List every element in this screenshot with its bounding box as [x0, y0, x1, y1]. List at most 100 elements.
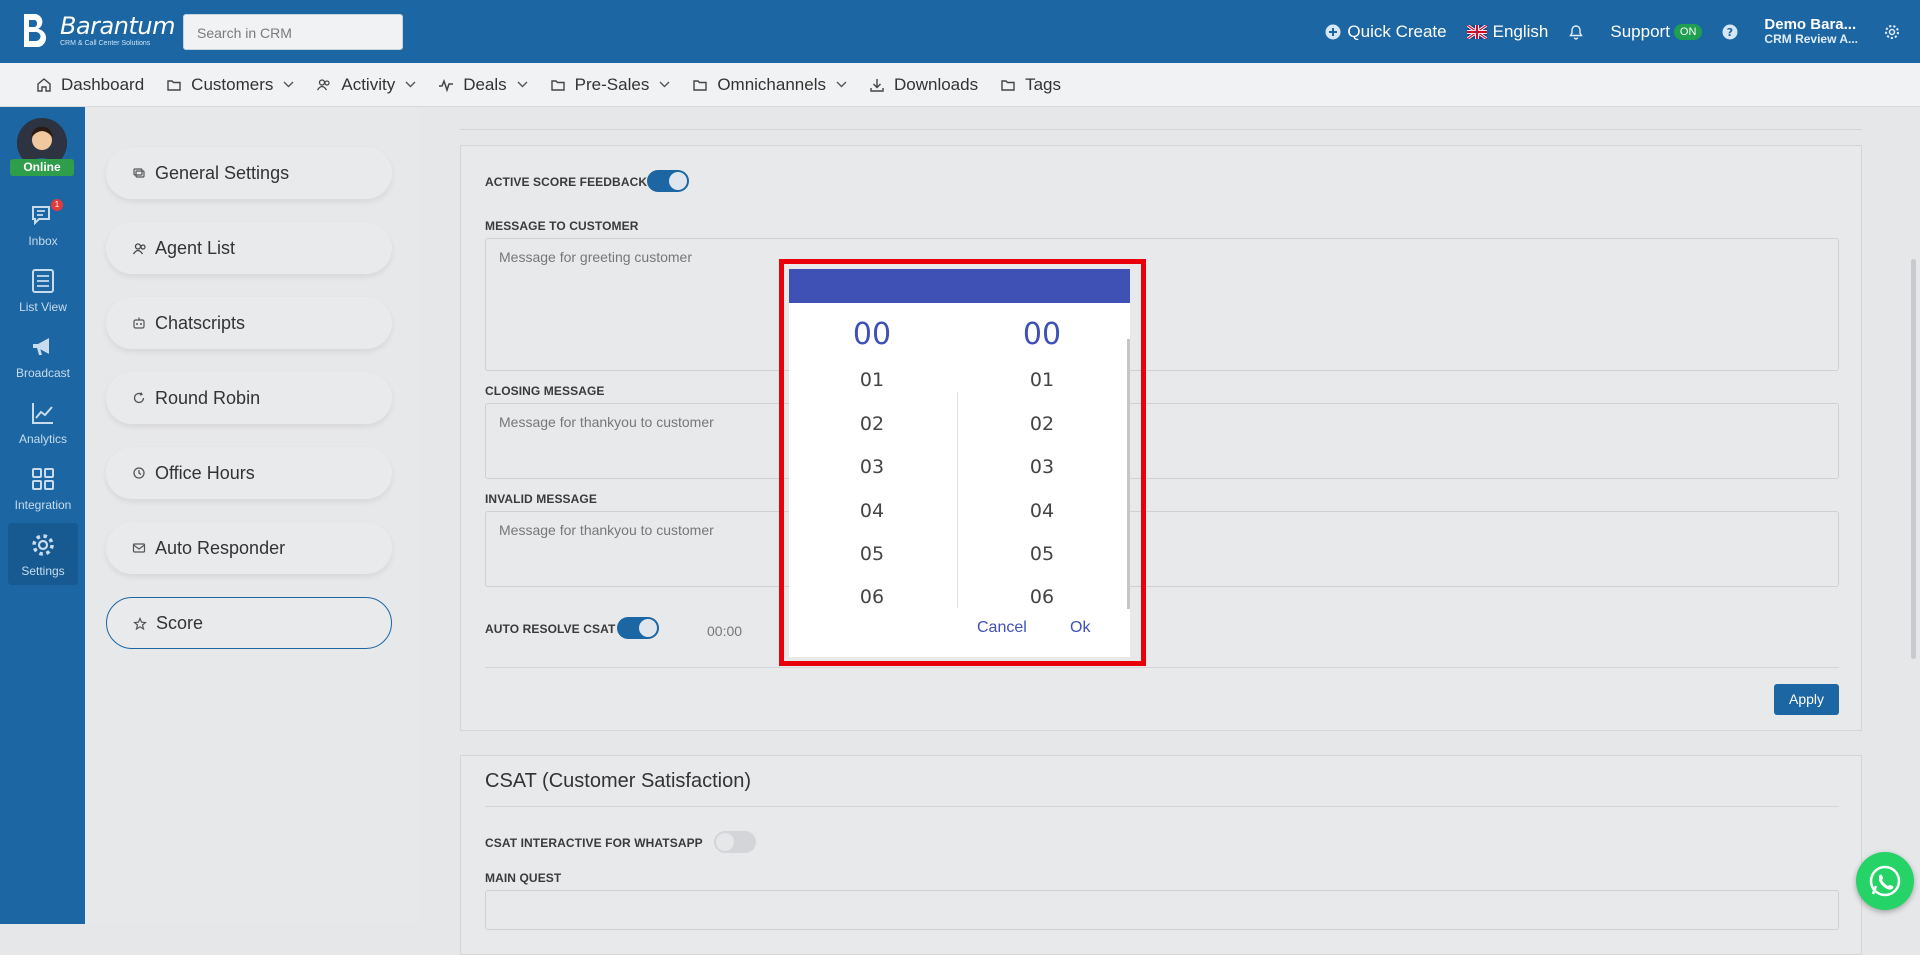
- users-icon: [316, 77, 332, 93]
- settings-item-label: Office Hours: [155, 462, 255, 483]
- list-icon: [32, 269, 54, 293]
- support-toggle[interactable]: Support ON: [1610, 21, 1703, 42]
- nav-item-settings[interactable]: Settings: [8, 523, 78, 585]
- minutes-option[interactable]: 04: [967, 500, 1117, 522]
- chevron-down-icon: [283, 81, 294, 88]
- nav-item-label: Broadcast: [15, 366, 71, 380]
- hours-option[interactable]: 02: [797, 413, 947, 435]
- online-status-badge[interactable]: Online: [10, 159, 74, 176]
- settings-item-score[interactable]: Score: [106, 597, 392, 649]
- bell-icon: [1569, 24, 1584, 40]
- settings-item-round-robin[interactable]: Round Robin: [106, 372, 392, 424]
- settings-item-chatscripts[interactable]: Chatscripts: [106, 297, 392, 349]
- folder-icon: [1000, 77, 1016, 93]
- user-org: CRM Review A...: [1764, 32, 1858, 47]
- nav-item-analytics[interactable]: Analytics: [8, 391, 78, 453]
- minutes-option[interactable]: 05: [967, 543, 1117, 565]
- app-tagline: CRM & Call Center Solutions: [60, 39, 151, 47]
- hours-option[interactable]: 05: [797, 543, 947, 565]
- apply-button[interactable]: Apply: [1774, 684, 1839, 715]
- message-to-customer-field[interactable]: Message for greeting customer: [485, 238, 1839, 371]
- settings-item-agent-list[interactable]: Agent List: [106, 222, 392, 274]
- nav-item-integration[interactable]: Integration: [8, 457, 78, 519]
- hours-option[interactable]: 04: [797, 500, 947, 522]
- csat-interactive-toggle[interactable]: [714, 831, 756, 853]
- menu-item-customers[interactable]: Customers: [166, 75, 294, 95]
- top-settings-button[interactable]: [1884, 24, 1906, 40]
- main-content: ACTIVE SCORE FEEDBACK MESSAGE TO CUSTOME…: [418, 107, 1920, 955]
- form-divider: [485, 667, 1839, 668]
- menu-item-omnichannels[interactable]: Omnichannels: [692, 75, 847, 95]
- settings-item-label: Auto Responder: [155, 537, 286, 558]
- help-icon: ?: [1722, 24, 1738, 39]
- settings-item-label: General Settings: [155, 162, 290, 183]
- whatsapp-icon: [1869, 865, 1901, 897]
- auto-resolve-csat-toggle[interactable]: [617, 617, 659, 639]
- settings-item-label: Score: [156, 612, 204, 633]
- chevron-down-icon: [836, 81, 847, 88]
- settings-item-office-hours[interactable]: Office Hours: [106, 447, 392, 499]
- invalid-message-field[interactable]: Message for thankyou to customer: [485, 511, 1839, 587]
- menu-item-label: Activity: [341, 74, 396, 94]
- menu-item-dashboard[interactable]: Dashboard: [36, 75, 144, 95]
- menu-item-tags[interactable]: Tags: [1000, 75, 1061, 95]
- menu-item-pre-sales[interactable]: Pre-Sales: [550, 75, 671, 95]
- app-logo[interactable]: Barantum CRM & Call Center Solutions: [20, 12, 175, 48]
- nav-item-broadcast[interactable]: Broadcast: [8, 325, 78, 387]
- star-icon: [133, 617, 147, 631]
- settings-icon: [133, 168, 145, 178]
- whatsapp-button[interactable]: [1856, 852, 1914, 910]
- quick-create-button[interactable]: Quick Create: [1325, 21, 1447, 42]
- page-scrollbar[interactable]: [1911, 259, 1916, 659]
- picker-scrollbar[interactable]: [1127, 339, 1130, 609]
- minutes-option[interactable]: 02: [967, 413, 1117, 435]
- closing-message-label: CLOSING MESSAGE: [485, 384, 605, 398]
- closing-message-field[interactable]: Message for thankyou to customer: [485, 403, 1839, 479]
- help-button[interactable]: ?: [1722, 24, 1744, 40]
- minutes-option[interactable]: 03: [967, 456, 1117, 478]
- mail-icon: [132, 543, 146, 553]
- nav-item-label: List View: [19, 300, 67, 314]
- refresh-icon: [133, 392, 145, 404]
- main-quest-field[interactable]: [485, 890, 1839, 930]
- minutes-selected[interactable]: 00: [967, 317, 1117, 352]
- settings-item-label: Chatscripts: [155, 312, 246, 333]
- auto-resolve-time-input[interactable]: 00:00: [707, 623, 742, 639]
- users-icon: [132, 243, 146, 255]
- notifications-button[interactable]: [1568, 24, 1590, 40]
- chart-icon: [32, 403, 53, 424]
- menu-item-label: Tags: [1025, 74, 1062, 94]
- nav-item-label: Settings: [21, 564, 65, 578]
- chevron-down-icon: [405, 81, 416, 88]
- hours-option[interactable]: 06: [797, 586, 947, 608]
- settings-item-auto-responder[interactable]: Auto Responder: [106, 522, 392, 574]
- csat-interactive-label: CSAT INTERACTIVE FOR WHATSAPP: [485, 836, 703, 850]
- uk-flag-icon: [1466, 24, 1487, 39]
- support-label: Support: [1610, 21, 1670, 41]
- minutes-option[interactable]: 06: [967, 586, 1117, 608]
- minutes-option[interactable]: 01: [967, 369, 1117, 391]
- menu-item-downloads[interactable]: Downloads: [869, 75, 978, 95]
- user-menu[interactable]: Demo Bara... CRM Review A...: [1764, 16, 1858, 47]
- cancel-button[interactable]: Cancel: [977, 619, 1027, 637]
- menu-item-deals[interactable]: Deals: [438, 75, 528, 95]
- ok-button[interactable]: Ok: [1070, 619, 1090, 637]
- svg-text:?: ?: [1727, 26, 1733, 39]
- search-input[interactable]: Search in CRM: [183, 14, 403, 50]
- csat-divider: [485, 806, 1839, 807]
- language-selector[interactable]: English: [1466, 22, 1548, 42]
- nav-item-list-view[interactable]: List View: [8, 259, 78, 321]
- menu-item-activity[interactable]: Activity: [316, 75, 416, 95]
- settings-item-label: Round Robin: [155, 387, 261, 408]
- nav-item-inbox[interactable]: 1 Inbox: [8, 193, 78, 255]
- hours-option[interactable]: 01: [797, 369, 947, 391]
- hours-selected[interactable]: 00: [797, 317, 947, 352]
- quick-create-label: Quick Create: [1347, 21, 1447, 41]
- active-score-feedback-toggle[interactable]: [647, 170, 689, 192]
- main-quest-label: MAIN QUEST: [485, 871, 562, 885]
- hours-option[interactable]: 03: [797, 456, 947, 478]
- home-icon: [36, 77, 52, 93]
- settings-item-general-settings[interactable]: General Settings: [106, 147, 392, 199]
- message-to-customer-label: MESSAGE TO CUSTOMER: [485, 219, 639, 233]
- inbox-count-badge: 1: [51, 199, 63, 211]
